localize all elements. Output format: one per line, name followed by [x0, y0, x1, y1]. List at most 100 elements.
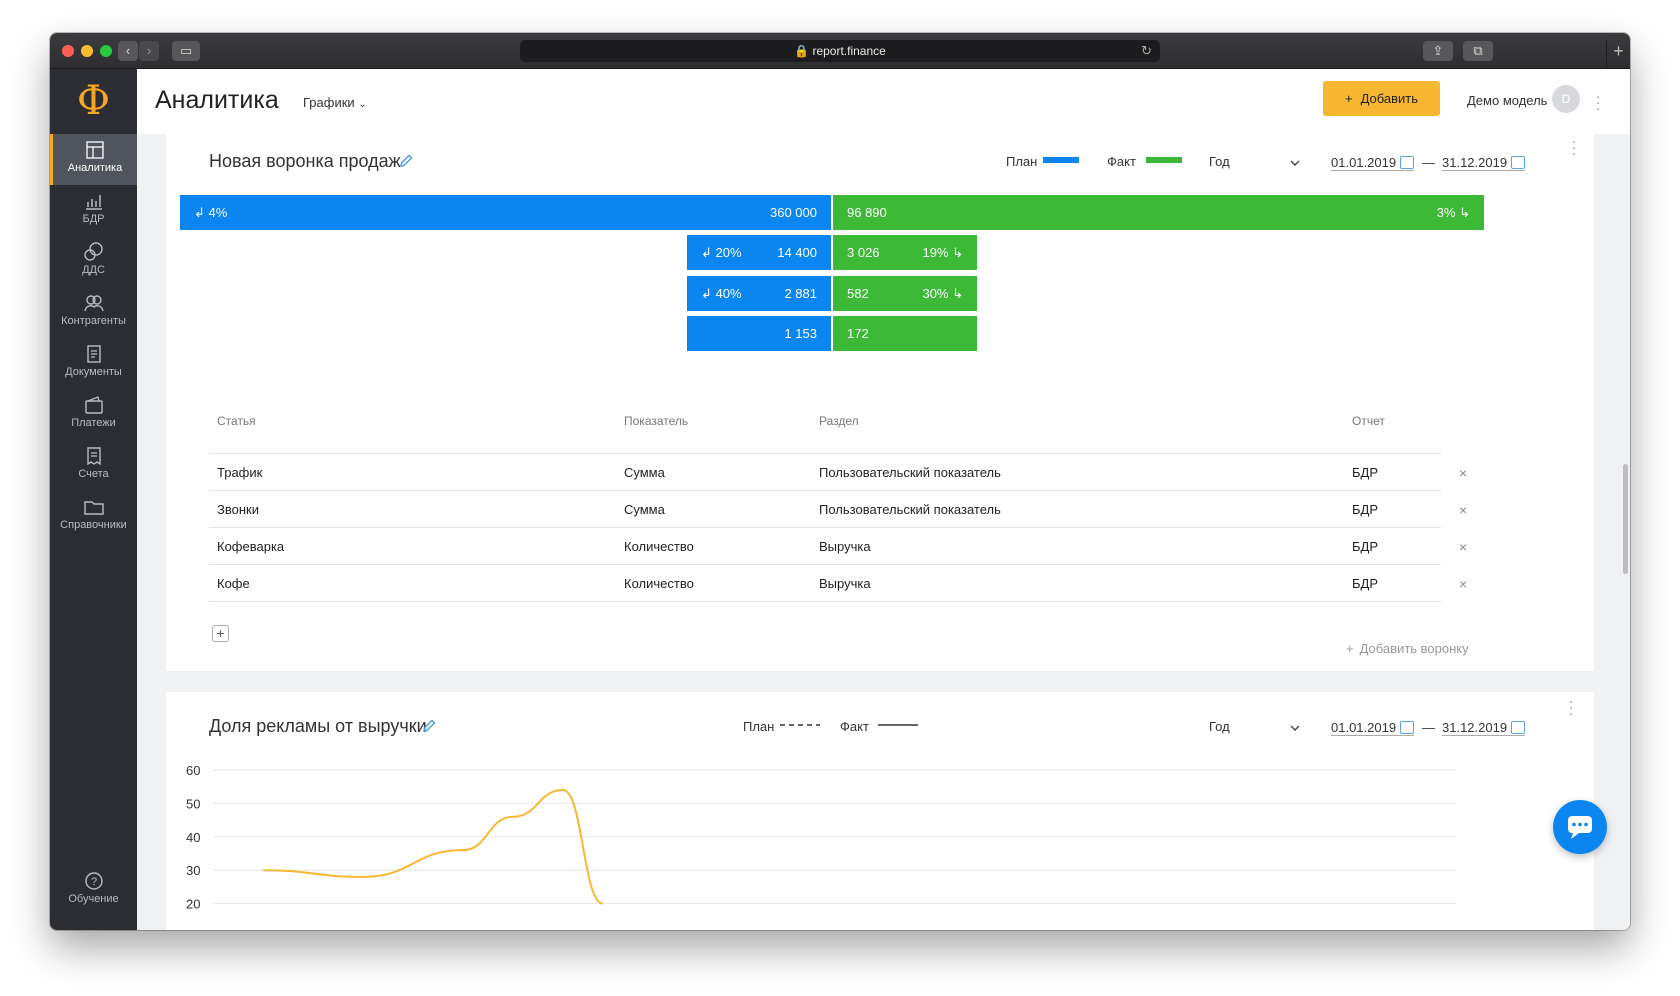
main-content: · · · Новая воронка продаж План Факт Год 0…: [137, 134, 1630, 930]
remove-row-icon[interactable]: ×: [1459, 539, 1467, 555]
sidebar-toggle-icon[interactable]: ▭: [172, 41, 200, 61]
calendar-icon: [1400, 156, 1415, 169]
column-header: Раздел: [819, 414, 859, 428]
date-to-input[interactable]: 31.12.2019: [1442, 155, 1526, 171]
legend-plan: План: [1006, 154, 1038, 169]
column-header: Статья: [217, 414, 256, 428]
sidebar-item-label: Документы: [65, 366, 122, 378]
maximize-window-button[interactable]: [100, 45, 112, 57]
minimize-window-button[interactable]: [81, 45, 93, 57]
column-header: Отчет: [1352, 414, 1385, 428]
date-from-value: 01.01.2019: [1331, 155, 1397, 170]
remove-row-icon[interactable]: ×: [1459, 465, 1467, 481]
sidebar-item-label: Платежи: [71, 417, 116, 429]
scrollbar-thumb[interactable]: [1623, 464, 1628, 574]
lock-icon: 🔒: [794, 44, 810, 58]
table-row[interactable]: Кофеварка Количество Выручка БДР: [209, 528, 1441, 565]
app-header: Аналитика Графики ⌄ + Добавить Демо модел…: [137, 69, 1630, 134]
sidebar-item-help[interactable]: ? Обучение: [50, 865, 137, 916]
back-button[interactable]: ‹: [118, 41, 138, 61]
date-from-input[interactable]: 01.01.2019: [1331, 155, 1415, 171]
forward-button[interactable]: ›: [139, 41, 159, 61]
remove-row-icon[interactable]: ×: [1459, 502, 1467, 518]
chevron-down-icon[interactable]: [1289, 157, 1301, 169]
sidebar-item-bdr[interactable]: БДР: [50, 185, 137, 236]
close-window-button[interactable]: [62, 45, 74, 57]
sidebar-item-label: БДР: [82, 213, 105, 225]
calendar-icon: [1511, 156, 1526, 169]
funnel-plan-bar: 2 881 ↲ 40%: [687, 276, 831, 311]
view-dropdown[interactable]: Графики ⌄: [303, 95, 367, 110]
funnel-plan-value: 2 881: [784, 286, 817, 301]
app-logo[interactable]: Ф: [50, 69, 137, 134]
address-bar[interactable]: 🔒 report.finance ↻: [520, 40, 1160, 62]
tabs-overview-icon[interactable]: ⧉: [1463, 41, 1493, 61]
sidebar-item-dds[interactable]: ДДС: [50, 236, 137, 287]
chat-icon: [1568, 816, 1592, 839]
table-row[interactable]: Звонки Сумма Пользовательский показатель…: [209, 491, 1441, 528]
header-more-icon[interactable]: · · ·: [1595, 89, 1601, 115]
funnel-fact-conversion: 30% ↳: [922, 286, 963, 301]
model-selector[interactable]: Демо модель: [1467, 93, 1547, 108]
browser-titlebar: ‹ › ▭ 🔒 report.finance ↻ ⇪ ⧉ +: [50, 33, 1630, 69]
add-row-button[interactable]: +: [212, 625, 229, 642]
funnel-fact-conversion: 19% ↳: [922, 245, 963, 260]
cell-article: Кофеварка: [217, 539, 285, 554]
reload-icon[interactable]: ↻: [1141, 40, 1152, 62]
sidebar-item-contractors[interactable]: Контрагенты: [50, 287, 137, 338]
add-funnel-link[interactable]: + Добавить воронку: [1346, 641, 1469, 656]
new-tab-icon[interactable]: +: [1606, 41, 1630, 69]
folder-icon: [83, 501, 104, 515]
date-separator: —: [1422, 155, 1435, 170]
invoice-icon: [86, 447, 101, 466]
cell-report: БДР: [1352, 576, 1379, 591]
sidebar-item-label: ДДС: [82, 264, 105, 276]
page-title: Аналитика: [155, 86, 279, 114]
cell-indicator: Сумма: [624, 465, 665, 480]
cell-section: Выручка: [819, 576, 871, 591]
documents-icon: [86, 345, 101, 363]
coins-icon: [83, 242, 103, 261]
funnel-fact-bar: 96 890 3% ↳: [833, 195, 1484, 230]
funnel-card: · · · Новая воронка продаж План Факт Год 0…: [166, 134, 1594, 671]
sidebar-item-analytics[interactable]: Аналитика: [50, 134, 137, 185]
remove-row-icon[interactable]: ×: [1459, 576, 1467, 592]
funnel-fact-value: 172: [847, 326, 869, 341]
period-select[interactable]: Год: [1209, 154, 1230, 169]
legend-fact-swatch: [1146, 157, 1182, 163]
funnel-plan-conversion: ↲ 20%: [701, 245, 742, 260]
bar-chart-icon: [85, 195, 102, 210]
legend-plan-swatch: [1043, 157, 1079, 163]
add-button-label: Добавить: [1360, 91, 1419, 106]
cell-section: Пользовательский показатель: [819, 502, 1001, 517]
chat-button[interactable]: [1553, 800, 1607, 854]
table-header: Статья Показатель Раздел Отчет: [209, 414, 1441, 454]
funnel-card-menu-icon[interactable]: · · ·: [1571, 134, 1577, 160]
cell-section: Пользовательский показатель: [819, 465, 1001, 480]
avatar[interactable]: D: [1552, 85, 1580, 113]
svg-text:?: ?: [90, 876, 96, 888]
cell-article: Кофе: [217, 576, 250, 591]
ad-share-chart-card: · · · Доля рекламы от выручки План Факт Го…: [166, 692, 1594, 930]
analytics-icon: [86, 141, 104, 159]
sidebar-item-documents[interactable]: Документы: [50, 338, 137, 389]
funnel-title: Новая воронка продаж: [209, 151, 401, 171]
cell-section: Выручка: [819, 539, 871, 554]
funnel-plan-bar: 14 400 ↲ 20%: [687, 235, 831, 270]
share-icon[interactable]: ⇪: [1423, 41, 1453, 61]
browser-window: ‹ › ▭ 🔒 report.finance ↻ ⇪ ⧉ + Ф Аналити…: [50, 33, 1630, 930]
add-button[interactable]: + Добавить: [1323, 81, 1440, 116]
sidebar-item-payments[interactable]: Платежи: [50, 389, 137, 440]
sidebar-item-references[interactable]: Справочники: [50, 491, 137, 542]
table-row[interactable]: Кофе Количество Выручка БДР: [209, 565, 1441, 602]
sidebar-item-invoices[interactable]: Счета: [50, 440, 137, 491]
sidebar-item-label: Справочники: [60, 519, 127, 531]
funnel-fact-conversion: 3% ↳: [1436, 205, 1470, 220]
y-tick-label: 40: [186, 830, 200, 845]
cell-indicator: Количество: [624, 539, 694, 554]
table-row[interactable]: Трафик Сумма Пользовательский показатель…: [209, 454, 1441, 491]
funnel-plan-value: 1 153: [784, 326, 817, 341]
edit-title-icon[interactable]: [398, 153, 414, 169]
url-text: report.finance: [812, 44, 886, 58]
cell-report: БДР: [1352, 539, 1379, 554]
